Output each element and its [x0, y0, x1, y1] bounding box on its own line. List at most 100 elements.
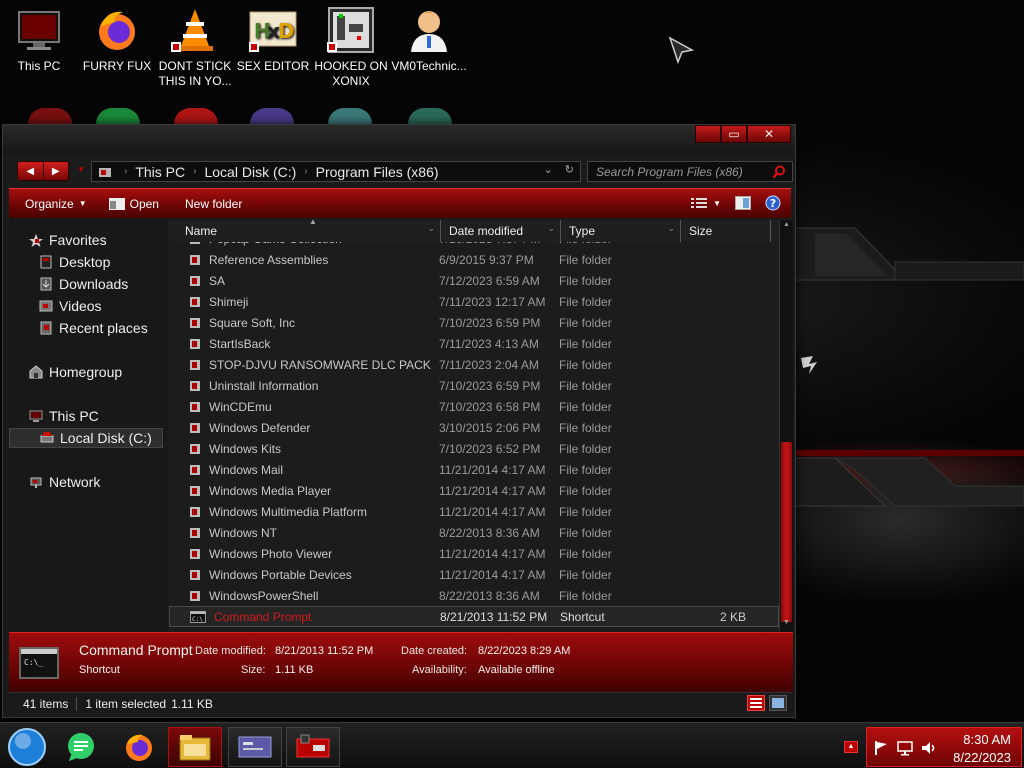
folder-icon — [190, 548, 200, 559]
sidebar-item-local-disk[interactable]: Local Disk (C:) — [9, 428, 163, 448]
table-row[interactable]: Windows NT 8/22/2013 8:36 AM File folder — [169, 522, 779, 543]
homegroup-icon — [29, 365, 43, 379]
address-history-chevron-icon[interactable]: ⌄ — [544, 163, 553, 176]
table-row[interactable]: SA 7/12/2023 6:59 AM File folder — [169, 270, 779, 291]
sidebar-item-videos[interactable]: Videos — [9, 296, 163, 316]
taskbar-firefox[interactable] — [112, 727, 166, 767]
desktop-icon-furry-fux[interactable]: FURRY FUX — [79, 6, 155, 74]
view-chevron-down-icon[interactable]: ▼ — [713, 199, 721, 208]
scrollbar-thumb[interactable] — [781, 442, 792, 622]
desktop-icon-sex-editor[interactable]: HxD SEX EDITOR — [235, 6, 311, 74]
column-header-size[interactable]: Size — [681, 220, 771, 242]
table-row[interactable]: STOP-DJVU RANSOMWARE DLC PACK 7/11/2023 2… — [169, 354, 779, 375]
view-options-icon[interactable] — [691, 197, 708, 209]
row-name: Shimeji — [209, 294, 249, 309]
table-row[interactable]: Windows Photo Viewer 11/21/2014 4:17 AM Fi… — [169, 543, 779, 564]
vertical-scrollbar[interactable]: ▲ ▼ — [779, 220, 793, 632]
column-header-name[interactable]: ▲ Name ⌄ — [169, 218, 441, 242]
row-name: Windows Photo Viewer — [209, 546, 333, 561]
row-type: File folder — [559, 504, 612, 519]
desktop-icon-dont-stick[interactable]: DONT STICK THIS IN YO... — [157, 6, 233, 89]
row-name: Uninstall Information — [209, 378, 319, 393]
mouse-cursor-icon — [668, 36, 695, 65]
folder-icon — [190, 317, 200, 328]
preview-pane-icon[interactable] — [735, 196, 751, 210]
details-view-icon[interactable] — [747, 695, 765, 711]
row-date-modified: 7/10/2023 6:58 PM — [439, 399, 541, 414]
large-icons-view-icon[interactable] — [769, 695, 787, 711]
volume-icon[interactable] — [921, 740, 937, 756]
row-type: File folder — [559, 525, 612, 540]
details-availability: Available offline — [478, 664, 555, 676]
taskbar-file-explorer[interactable] — [168, 727, 222, 767]
back-button[interactable]: ◀ — [18, 162, 43, 180]
forward-button[interactable]: ▶ — [42, 162, 69, 180]
desktop-icon-vm0technic[interactable]: VM0Technic... — [391, 6, 467, 74]
table-row[interactable]: Windows Defender 3/10/2015 2:06 PM File fo… — [169, 417, 779, 438]
show-hidden-icons-button[interactable]: ▲ — [844, 741, 858, 753]
id-card-app-icon — [238, 736, 272, 758]
table-row[interactable]: StartIsBack 7/11/2023 4:13 AM File folder — [169, 333, 779, 354]
column-header-type[interactable]: Type ⌄ — [561, 220, 681, 242]
search-input[interactable]: Search Program Files (x86) — [587, 161, 793, 182]
scroll-up-icon[interactable]: ▲ — [780, 221, 793, 233]
open-label: Open — [129, 196, 159, 211]
table-row[interactable]: Shimeji 7/11/2023 12:17 AM File folder — [169, 291, 779, 312]
taskbar-chat-app[interactable] — [54, 727, 108, 767]
table-row[interactable]: WindowsPowerShell 8/22/2013 8:36 AM File f… — [169, 585, 779, 606]
table-row[interactable]: Uninstall Information 7/10/2023 6:59 PM Fi… — [169, 375, 779, 396]
table-row[interactable]: Square Soft, Inc 7/10/2023 6:59 PM File fo… — [169, 312, 779, 333]
refresh-icon[interactable]: ↻ — [565, 163, 574, 176]
sidebar-item-desktop[interactable]: Desktop — [9, 252, 163, 272]
row-date-modified: 3/10/2015 2:06 PM — [439, 420, 541, 435]
table-row[interactable]: C:\ Command Prompt 8/21/2013 11:52 PM Short… — [169, 606, 779, 627]
status-bar: 41 items 1 item selected 1.11 KB — [9, 692, 793, 714]
organize-button[interactable]: Organize ▼ — [25, 197, 87, 211]
network-status-icon[interactable] — [897, 740, 913, 756]
action-center-flag-icon[interactable] — [873, 740, 889, 756]
help-icon[interactable]: ? — [765, 195, 781, 211]
table-row[interactable]: Reference Assemblies 6/9/2015 9:37 PM File… — [169, 249, 779, 270]
table-row[interactable]: Windows Media Player 11/21/2014 4:17 AM Fi… — [169, 480, 779, 501]
title-bar[interactable]: ▭ ✕ — [3, 125, 795, 155]
table-row[interactable]: Windows Multimedia Platform 11/21/2014 4:… — [169, 501, 779, 522]
taskbar-id-card-app[interactable] — [228, 727, 282, 767]
sidebar-item-this-pc[interactable]: This PC — [9, 406, 163, 426]
file-explorer-icon — [179, 735, 211, 761]
breadcrumb-local-disk[interactable]: Local Disk (C:) — [204, 164, 296, 180]
row-date-modified: 8/22/2013 8:36 AM — [439, 525, 540, 540]
table-row[interactable]: Windows Portable Devices 11/21/2014 4:17 … — [169, 564, 779, 585]
table-row[interactable]: Windows Mail 11/21/2014 4:17 AM File folde… — [169, 459, 779, 480]
breadcrumb-this-pc[interactable]: This PC — [135, 164, 185, 180]
minimize-button[interactable] — [695, 125, 721, 143]
row-name: Popcap Game Collection — [209, 242, 342, 246]
maximize-button[interactable]: ▭ — [721, 125, 747, 143]
game-icon — [327, 6, 375, 54]
new-folder-button[interactable]: New folder — [185, 197, 242, 211]
table-row[interactable]: Windows Kits 7/10/2023 6:52 PM File folder — [169, 438, 779, 459]
desktop-icon-hooked-on-xonix[interactable]: HOOKED ON XONIX — [313, 6, 389, 89]
clock[interactable]: 8:30 AM 8/22/2023 — [953, 731, 1011, 767]
scroll-down-icon[interactable]: ▼ — [780, 619, 793, 631]
desktop-icon-partial — [408, 108, 452, 124]
row-date-modified: 8/22/2013 8:36 AM — [439, 588, 540, 603]
start-button[interactable] — [0, 727, 54, 767]
back-forward-buttons: ◀ ▶ — [17, 161, 69, 181]
breadcrumb-program-files[interactable]: Program Files (x86) — [316, 164, 439, 180]
sidebar-item-downloads[interactable]: Downloads — [9, 274, 163, 294]
taskbar-red-app[interactable] — [286, 727, 340, 767]
table-row[interactable]: WinCDEmu 7/10/2023 6:58 PM File folder — [169, 396, 779, 417]
desktop-icon-this-pc[interactable]: This PC — [1, 6, 77, 74]
column-header-date-modified[interactable]: Date modified ⌄ — [441, 220, 561, 242]
table-row[interactable]: Popcap Game Collection 7/10/2023 7:37 PMF… — [169, 242, 779, 249]
open-button[interactable]: Open — [108, 196, 159, 211]
sidebar-item-network[interactable]: Network — [9, 472, 163, 492]
details-file-name: Command Prompt — [79, 642, 193, 658]
sidebar-item-favorites[interactable]: Favorites — [9, 230, 163, 250]
sidebar-item-recent-places[interactable]: Recent places — [9, 318, 163, 338]
search-icon[interactable] — [772, 165, 786, 179]
close-button[interactable]: ✕ — [747, 125, 791, 143]
address-bar[interactable]: › This PC › Local Disk (C:) › Program Fi… — [91, 161, 581, 182]
recent-locations-chevron-icon[interactable]: ▼ — [77, 165, 85, 174]
sidebar-item-homegroup[interactable]: Homegroup — [9, 362, 163, 382]
